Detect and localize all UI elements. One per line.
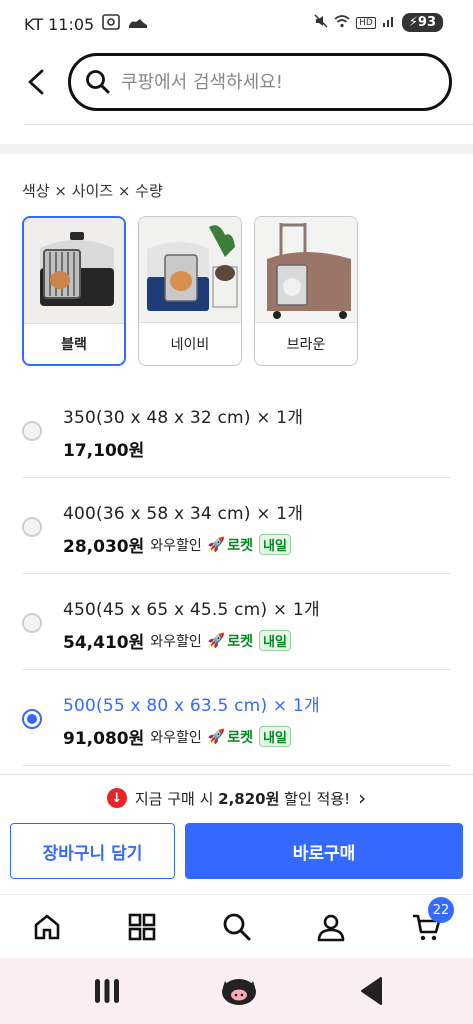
price-line: 17,100원 bbox=[63, 436, 144, 461]
radio-button[interactable] bbox=[22, 613, 42, 633]
search-icon bbox=[223, 913, 251, 941]
search-input[interactable] bbox=[121, 71, 421, 93]
rocket-badge: 🚀 로켓 bbox=[208, 727, 253, 747]
down-arrow-icon: ↓ bbox=[106, 788, 127, 808]
rocket-icon: 🚀 bbox=[207, 632, 226, 649]
radio-button-selected[interactable] bbox=[22, 709, 42, 729]
price-line: 54,410원 와우할인 🚀 로켓 내일 bbox=[63, 628, 291, 653]
color-label: 브라운 bbox=[286, 337, 326, 353]
bottom-nav: 22 bbox=[0, 894, 473, 956]
divider bbox=[22, 765, 451, 766]
nav-cart[interactable]: 22 bbox=[406, 897, 454, 947]
color-option-black[interactable]: 블랙 bbox=[22, 216, 126, 366]
price-line: 28,030원 와우할인 🚀 로켓 내일 bbox=[63, 532, 291, 557]
search-box[interactable] bbox=[68, 53, 452, 111]
back-button[interactable] bbox=[20, 62, 52, 102]
user-icon bbox=[317, 914, 345, 942]
back-triangle-icon bbox=[361, 977, 382, 1005]
tomorrow-badge: 내일 bbox=[258, 630, 291, 651]
status-right: HD ⚡93 bbox=[314, 13, 443, 32]
add-to-cart-button[interactable]: 장바구니 담기 bbox=[10, 823, 175, 879]
shoe-icon bbox=[128, 15, 148, 34]
size-price: 91,080원 bbox=[63, 729, 145, 749]
buy-now-button[interactable]: 바로구매 bbox=[185, 823, 463, 879]
color-label: 네이비 bbox=[170, 337, 210, 353]
wow-discount-label: 와우할인 bbox=[150, 537, 202, 554]
status-bar: KT 11:05 HD ⚡93 bbox=[0, 0, 473, 48]
rocket-badge: 🚀 로켓 bbox=[208, 535, 253, 555]
recent-apps-icon bbox=[95, 979, 119, 1003]
price-line: 91,080원 와우할인 🚀 로켓 내일 bbox=[63, 724, 291, 749]
option-title: 색상 × 사이즈 × 수량 bbox=[22, 182, 163, 200]
size-price: 17,100원 bbox=[63, 441, 145, 461]
section-separator bbox=[0, 144, 473, 154]
battery-indicator: ⚡93 bbox=[401, 13, 443, 32]
carrier-time: KT 11:05 bbox=[24, 14, 95, 34]
status-left: KT 11:05 bbox=[24, 14, 148, 34]
size-option-350[interactable]: 350(30 x 48 x 32 cm) × 1개 17,100원 bbox=[0, 382, 473, 478]
carrier-navy-image bbox=[139, 217, 241, 323]
battery-level: 93 bbox=[417, 15, 436, 30]
nav-categories[interactable] bbox=[122, 907, 162, 947]
header bbox=[0, 50, 473, 114]
promo-prefix: 지금 구매 시 bbox=[134, 789, 219, 808]
search-icon bbox=[86, 70, 110, 94]
nav-home[interactable] bbox=[27, 907, 67, 947]
system-nav bbox=[0, 958, 473, 1024]
color-options: 블랙 네이비 브라운 bbox=[22, 216, 358, 366]
rocket-label: 로켓 bbox=[227, 537, 253, 554]
pig-home-icon bbox=[222, 979, 256, 1005]
size-name: 400(36 x 58 x 34 cm) × 1개 bbox=[63, 504, 304, 524]
rocket-label: 로켓 bbox=[227, 729, 253, 746]
size-option-450[interactable]: 450(45 x 65 x 45.5 cm) × 1개 54,410원 와우할인… bbox=[0, 574, 473, 670]
carrier-brown-image bbox=[255, 217, 357, 323]
color-option-navy[interactable]: 네이비 bbox=[138, 216, 242, 366]
grid-icon bbox=[128, 913, 156, 941]
promo-amount: 2,820원 bbox=[218, 789, 280, 808]
rocket-icon: 🚀 bbox=[207, 536, 226, 553]
home-button[interactable] bbox=[218, 974, 260, 1008]
size-price: 54,410원 bbox=[63, 633, 145, 653]
rocket-icon: 🚀 bbox=[207, 728, 226, 745]
promo-text: 지금 구매 시 2,820원 할인 적용! bbox=[135, 788, 350, 809]
radio-button[interactable] bbox=[22, 421, 42, 441]
size-option-500[interactable]: 500(55 x 80 x 63.5 cm) × 1개 91,080원 와우할인… bbox=[0, 670, 473, 766]
mute-icon bbox=[314, 14, 328, 31]
back-arrow-icon bbox=[28, 69, 44, 95]
promo-suffix: 할인 적용! bbox=[279, 789, 351, 808]
radio-button[interactable] bbox=[22, 517, 42, 537]
recent-apps-button[interactable] bbox=[90, 974, 124, 1008]
size-name: 500(55 x 80 x 63.5 cm) × 1개 bbox=[63, 696, 320, 716]
panel-divider bbox=[0, 774, 473, 775]
nav-my-page[interactable] bbox=[311, 907, 351, 947]
chevron-right-icon: › bbox=[358, 786, 367, 810]
wow-discount-label: 와우할인 bbox=[150, 633, 202, 650]
size-option-400[interactable]: 400(36 x 58 x 34 cm) × 1개 28,030원 와우할인 🚀… bbox=[0, 478, 473, 574]
home-icon bbox=[34, 914, 60, 940]
screenshot-icon bbox=[102, 14, 121, 34]
cart-count-badge: 22 bbox=[428, 897, 454, 923]
size-name: 350(30 x 48 x 32 cm) × 1개 bbox=[63, 408, 304, 428]
wow-discount-label: 와우할인 bbox=[150, 729, 202, 746]
back-system-button[interactable] bbox=[356, 974, 386, 1008]
promo-banner[interactable]: ↓ 지금 구매 시 2,820원 할인 적용! › bbox=[0, 786, 473, 810]
size-price: 28,030원 bbox=[63, 537, 145, 557]
carrier-black-image bbox=[24, 218, 124, 324]
rocket-badge: 🚀 로켓 bbox=[208, 631, 253, 651]
signal-icon bbox=[382, 14, 396, 31]
divider bbox=[24, 124, 473, 125]
size-name: 450(45 x 65 x 45.5 cm) × 1개 bbox=[63, 600, 320, 620]
color-option-brown[interactable]: 브라운 bbox=[254, 216, 358, 366]
tomorrow-badge: 내일 bbox=[258, 726, 291, 747]
wifi-icon bbox=[334, 14, 350, 31]
hd-badge: HD bbox=[356, 16, 376, 29]
rocket-label: 로켓 bbox=[227, 633, 253, 650]
tomorrow-badge: 내일 bbox=[258, 534, 291, 555]
color-label: 블랙 bbox=[61, 337, 87, 353]
nav-search[interactable] bbox=[217, 907, 257, 947]
